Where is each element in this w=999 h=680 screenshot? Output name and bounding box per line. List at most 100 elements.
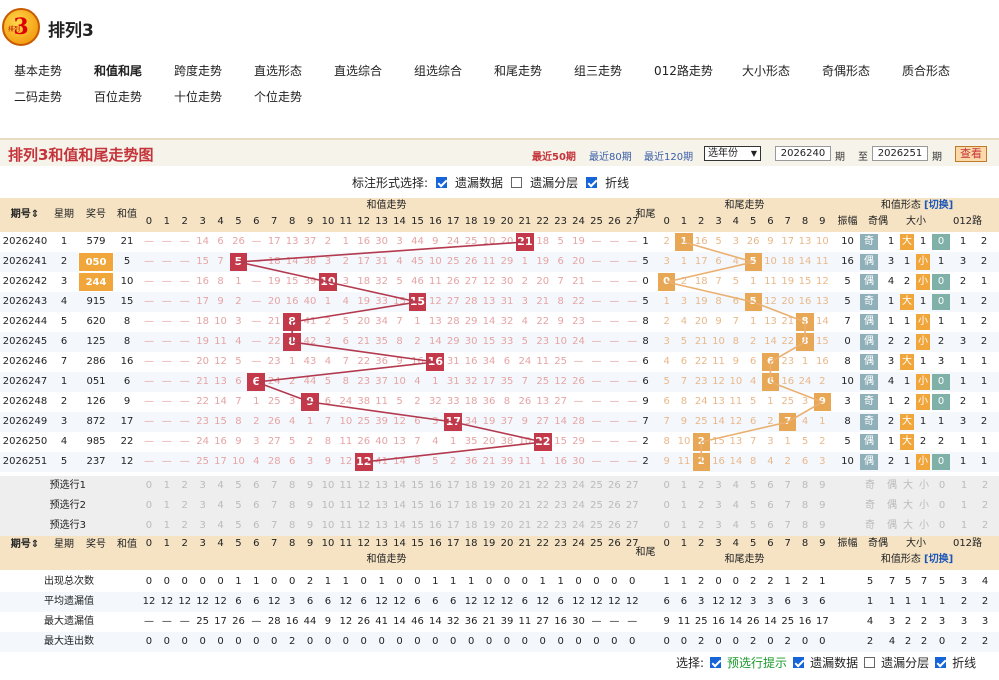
pre-tail-cell: 1	[680, 500, 688, 511]
nav-link[interactable]: 直选综合	[334, 62, 382, 79]
pre-form-cell: 小	[919, 480, 929, 491]
pre-row-label: 预选行1	[49, 480, 86, 491]
miss-data-checkbox[interactable]	[436, 177, 448, 188]
pre-form-cell: 1	[960, 480, 968, 491]
pre-sum-cell: 2	[181, 520, 188, 531]
stats-tail-cell: 25	[781, 616, 795, 627]
line-checkbox[interactable]	[586, 177, 598, 188]
sum-miss-cell: 9	[217, 296, 224, 307]
nav-link[interactable]: 组选综合	[414, 62, 462, 79]
sum-miss-cell: 22	[196, 396, 209, 407]
pre-sum-cell: 19	[482, 520, 496, 531]
nav-link[interactable]: 跨度走势	[174, 62, 222, 79]
issue-cell: 2026241	[2, 256, 48, 267]
tail-miss-cell: 11	[712, 356, 725, 367]
footer-line-checkbox[interactable]	[935, 657, 947, 668]
tail-miss-cell: 26	[746, 236, 760, 247]
tail-miss-cell: 6	[680, 356, 688, 367]
stats-sum-cell: 6	[450, 596, 457, 607]
issue-cell: 2026251	[2, 456, 48, 467]
form-cell: 1	[959, 356, 967, 367]
form-cell: 1	[959, 236, 967, 247]
sum-col-header-2: 23	[554, 538, 567, 549]
form-cell: 1	[980, 436, 988, 447]
sum-miss-cell: 1	[450, 436, 457, 447]
sum-miss-cell: —	[609, 436, 620, 447]
nav-link[interactable]: 十位走势	[174, 88, 222, 105]
stats-form-cell: 2	[904, 616, 912, 627]
tail-miss-cell: 1	[767, 396, 774, 407]
nav-link[interactable]: 百位走势	[94, 88, 142, 105]
sum-miss-cell: 14	[428, 336, 442, 347]
pre-sum-cell: 10	[321, 480, 335, 491]
sum-miss-cell: 18	[267, 256, 281, 267]
nav-link[interactable]: 组三走势	[574, 62, 622, 79]
stats-sum-cell: 0	[467, 636, 475, 647]
tail-miss-cell: 24	[694, 396, 708, 407]
stats-label: 平均遗漏值	[44, 596, 94, 607]
pre-sum-cell: 5	[235, 520, 242, 531]
nav-link[interactable]: 和尾走势	[494, 62, 542, 79]
sum-miss-cell: 14	[554, 416, 567, 427]
sum-miss-cell: —	[251, 316, 262, 327]
sum-miss-cell: —	[609, 456, 620, 467]
switch-link[interactable]: [切换]	[924, 200, 953, 211]
sum-miss-cell: 26	[464, 256, 478, 267]
sum-miss-cell: 11	[428, 276, 442, 287]
sum-miss-cell: 46	[411, 276, 424, 287]
stats-tail-cell: 0	[715, 636, 722, 647]
form-cell: 0	[932, 454, 950, 470]
sum-miss-cell: 7	[557, 276, 564, 287]
miss-data-label: 遗漏数据	[455, 176, 504, 190]
award-cell: 126	[86, 396, 106, 407]
form-cell: 3	[959, 336, 967, 347]
recent-80-link[interactable]: 最近80期	[589, 148, 632, 163]
form-cell: 1	[937, 416, 945, 427]
sum-miss-cell: 3	[324, 336, 332, 347]
recent-50-link[interactable]: 最近50期	[532, 148, 576, 163]
pre-sum-cell: 1	[163, 520, 171, 531]
pre-form-cell: 偶	[887, 480, 897, 491]
sum-miss-cell: 30	[500, 276, 514, 287]
sum-miss-cell: 31	[446, 376, 460, 387]
nav-link[interactable]: 二码走势	[14, 88, 62, 105]
nav-link[interactable]: 奇偶形态	[822, 62, 870, 79]
stats-sum-cell: 0	[611, 576, 618, 587]
form-cell: 大	[900, 354, 914, 370]
miss-layer-checkbox[interactable]	[511, 177, 523, 188]
nav-link[interactable]: 个位走势	[254, 88, 302, 105]
sum-miss-cell: —	[609, 396, 620, 407]
nav-link[interactable]: 012路走势	[654, 62, 713, 79]
sum-miss-cell: 6	[342, 336, 350, 347]
nav-link[interactable]: 基本走势	[14, 62, 62, 79]
stats-sum-cell: 12	[590, 596, 603, 607]
footer-miss-checkbox[interactable]	[793, 657, 805, 668]
recent-120-link[interactable]: 最近120期	[644, 148, 693, 163]
sum-miss-cell: —	[161, 436, 172, 447]
sum-miss-cell: 21	[482, 456, 496, 467]
sum-col-header-2: 21	[518, 538, 532, 549]
sum-value-cell: 5	[123, 256, 131, 267]
switch-link-2[interactable]: [切换]	[924, 554, 953, 565]
form-cell: 大	[900, 294, 914, 310]
pre-sum-cell: 26	[607, 500, 621, 511]
sum-miss-cell: —	[143, 256, 154, 267]
stats-tail-cell: 3	[801, 596, 809, 607]
nav-link[interactable]: 直选形态	[254, 62, 302, 79]
sum-miss-cell: 44	[411, 236, 424, 247]
nav-link[interactable]: 大小形态	[742, 62, 790, 79]
bs-header: 大小	[906, 216, 926, 227]
query-button[interactable]: 查看	[955, 146, 987, 162]
nav-link[interactable]: 和值和尾	[94, 62, 142, 79]
pre-sum-cell: 16	[428, 500, 442, 511]
to-issue-input[interactable]: 2026251	[872, 146, 928, 161]
sum-miss-cell: 7	[414, 436, 421, 447]
stats-tail-cell: 9	[663, 616, 670, 627]
amp-cell: 16	[841, 256, 854, 267]
from-issue-input[interactable]: 2026240	[775, 146, 831, 161]
year-select[interactable]: 选年份	[704, 146, 761, 161]
nav-link[interactable]: 质合形态	[902, 62, 950, 79]
hint-checkbox[interactable]	[710, 657, 722, 668]
award-cell: 915	[86, 296, 106, 307]
footer-layer-checkbox[interactable]	[864, 657, 876, 668]
